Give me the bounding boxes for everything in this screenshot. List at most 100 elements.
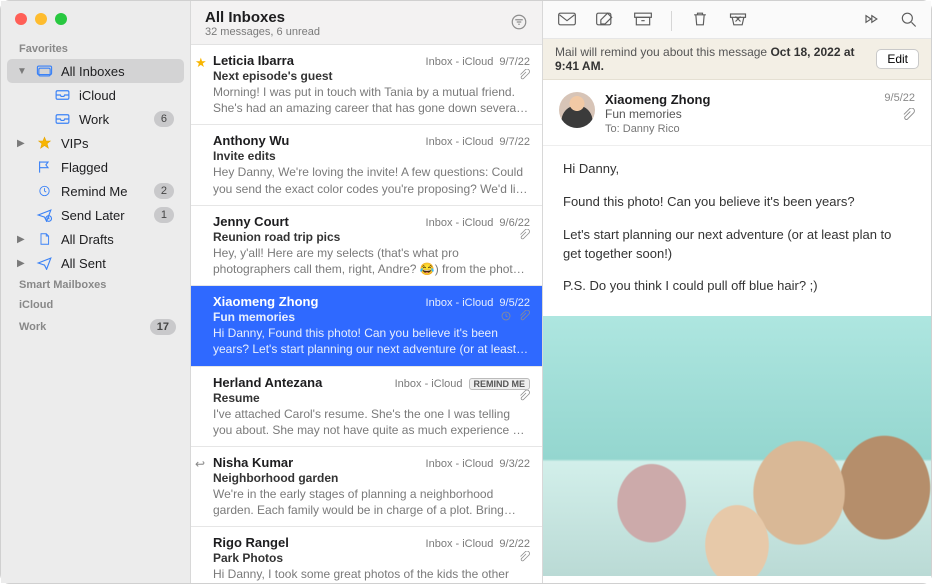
sidebar-section-title[interactable]: Favorites xyxy=(1,39,190,59)
sidebar-item-count: 6 xyxy=(154,111,174,127)
sidebar-item-send-later[interactable]: Send Later1 xyxy=(7,203,184,227)
sidebar-item-label: Remind Me xyxy=(61,184,146,199)
body-paragraph: Found this photo! Can you believe it's b… xyxy=(563,193,911,212)
sidebar-item-label: All Sent xyxy=(61,256,174,271)
sidebar-item-label: iCloud xyxy=(79,88,174,103)
message-row[interactable]: ★ Leticia Ibarra Inbox - iCloud9/7/22 Next … xyxy=(191,45,542,125)
inline-photo xyxy=(543,316,931,576)
attachment-icon xyxy=(518,390,530,405)
message-row[interactable]: Jenny Court Inbox - iCloud9/6/22 Reunion r… xyxy=(191,206,542,286)
sidebar-section-title[interactable]: iCloud xyxy=(1,295,190,315)
remind-badge: REMIND ME xyxy=(469,378,531,390)
message-row[interactable]: Rigo RangelInbox - iCloud9/2/22Park Phot… xyxy=(191,527,542,583)
reader-from: Xiaomeng Zhong xyxy=(605,92,874,107)
reader-body: Hi Danny, Found this photo! Can you beli… xyxy=(543,146,931,583)
compose-button[interactable] xyxy=(595,10,615,31)
sidebar-item-count: 2 xyxy=(154,183,174,199)
more-button[interactable] xyxy=(861,10,881,31)
doc-icon xyxy=(35,232,53,246)
junk-button[interactable] xyxy=(728,10,748,31)
message-row[interactable]: Xiaomeng ZhongInbox - iCloud9/5/22Fun me… xyxy=(191,286,542,366)
message-preview: We're in the early stages of planning a … xyxy=(213,486,530,518)
message-subject: Reunion road trip pics xyxy=(213,230,340,244)
sidebar-item-icloud[interactable]: iCloud xyxy=(7,83,184,107)
body-paragraph: Hi Danny, xyxy=(563,160,911,179)
sidebar-item-all-inboxes[interactable]: ▼All Inboxes xyxy=(7,59,184,83)
message-meta: Inbox - iCloud9/3/22 xyxy=(426,458,530,470)
window-controls xyxy=(1,7,190,39)
toolbar-divider xyxy=(671,11,672,31)
reader-subject: Fun memories xyxy=(605,107,874,121)
message-indicators xyxy=(518,390,530,405)
body-paragraph: P.S. Do you think I could pull off blue … xyxy=(563,277,911,296)
mailbox-subtitle: 32 messages, 6 unread xyxy=(205,26,320,38)
message-list-header: All Inboxes 32 messages, 6 unread xyxy=(191,1,542,45)
sidebar-item-all-sent[interactable]: ▶ All Sent xyxy=(7,251,184,275)
tray-icon xyxy=(53,88,71,102)
star-icon xyxy=(35,136,53,150)
message-row[interactable]: Anthony Wu Inbox - iCloud9/7/22 Invite edi… xyxy=(191,125,542,205)
body-paragraph: Let's start planning our next adventure … xyxy=(563,226,911,264)
remind-banner-text: Mail will remind you about this message … xyxy=(555,45,868,73)
clock-icon xyxy=(500,310,512,325)
avatar xyxy=(559,92,595,128)
sidebar-item-all-drafts[interactable]: ▶All Drafts xyxy=(7,227,184,251)
message-sender: Herland Antezana xyxy=(213,375,322,390)
sidebar-item-work[interactable]: Work6 xyxy=(7,107,184,131)
message-sender: Jenny Court xyxy=(213,214,289,229)
message-preview: Hi Danny, Found this photo! Can you beli… xyxy=(213,325,530,357)
sidebar-section-title[interactable]: Smart Mailboxes xyxy=(1,275,190,295)
reader-to: To: Danny Rico xyxy=(605,123,874,135)
message-row[interactable]: ↩Nisha KumarInbox - iCloud9/3/22Neighbor… xyxy=(191,447,542,527)
tray-icon xyxy=(53,112,71,126)
message-subject: Park Photos xyxy=(213,551,283,565)
message-sender: Leticia Ibarra xyxy=(213,53,294,68)
message-subject: Fun memories xyxy=(213,310,295,324)
message-indicators xyxy=(518,551,530,566)
attachment-icon xyxy=(518,551,530,566)
remind-banner: Mail will remind you about this message … xyxy=(543,39,931,80)
message-subject: Next episode's guest xyxy=(213,69,333,83)
message-meta: Inbox - iCloud9/6/22 xyxy=(426,217,530,229)
message-subject: Neighborhood garden xyxy=(213,471,338,485)
chevron-right-icon[interactable]: ▶ xyxy=(17,234,27,245)
sidebar-item-flagged[interactable]: Flagged xyxy=(7,155,184,179)
close-window-button[interactable] xyxy=(15,13,27,25)
message-sender: Nisha Kumar xyxy=(213,455,293,470)
filter-button[interactable] xyxy=(510,13,528,34)
message-meta: Inbox - iCloud9/5/22 xyxy=(426,297,530,309)
tray-all-icon xyxy=(35,64,53,78)
sidebar-section-title[interactable]: Work17 xyxy=(1,315,190,339)
message-row[interactable]: Herland AntezanaInbox - iCloudREMIND MER… xyxy=(191,367,542,447)
message-subject: Invite edits xyxy=(213,149,276,163)
clock-icon xyxy=(35,184,53,198)
archive-button[interactable] xyxy=(633,10,653,31)
search-button[interactable] xyxy=(899,10,919,31)
attachment-icon xyxy=(518,69,530,84)
message-preview: I've attached Carol's resume. She's the … xyxy=(213,406,530,438)
star-icon: ★ xyxy=(195,55,207,71)
chevron-right-icon[interactable]: ▶ xyxy=(17,138,27,149)
message-indicators xyxy=(500,310,530,325)
delete-button[interactable] xyxy=(690,10,710,31)
message-list[interactable]: ★ Leticia Ibarra Inbox - iCloud9/7/22 Next … xyxy=(191,45,542,583)
mail-button[interactable] xyxy=(557,10,577,31)
message-sender: Rigo Rangel xyxy=(213,535,289,550)
remind-edit-button[interactable]: Edit xyxy=(876,49,919,69)
reader-toolbar xyxy=(543,1,931,39)
message-meta: Inbox - iCloud9/7/22 xyxy=(426,136,530,148)
chevron-down-icon[interactable]: ▼ xyxy=(17,66,27,77)
attachment-icon xyxy=(518,310,530,325)
message-preview: Hey, y'all! Here are my selects (that's … xyxy=(213,245,530,277)
minimize-window-button[interactable] xyxy=(35,13,47,25)
chevron-right-icon[interactable]: ▶ xyxy=(17,258,27,269)
attachment-icon xyxy=(518,229,530,244)
message-meta: Inbox - iCloud9/7/22 xyxy=(426,56,530,68)
sidebar-item-label: Flagged xyxy=(61,160,174,175)
message-sender: Anthony Wu xyxy=(213,133,289,148)
zoom-window-button[interactable] xyxy=(55,13,67,25)
sidebar-item-vips[interactable]: ▶ VIPs xyxy=(7,131,184,155)
message-indicators xyxy=(518,69,530,84)
sidebar-item-label: VIPs xyxy=(61,136,174,151)
sidebar-item-remind-me[interactable]: Remind Me 2 xyxy=(7,179,184,203)
